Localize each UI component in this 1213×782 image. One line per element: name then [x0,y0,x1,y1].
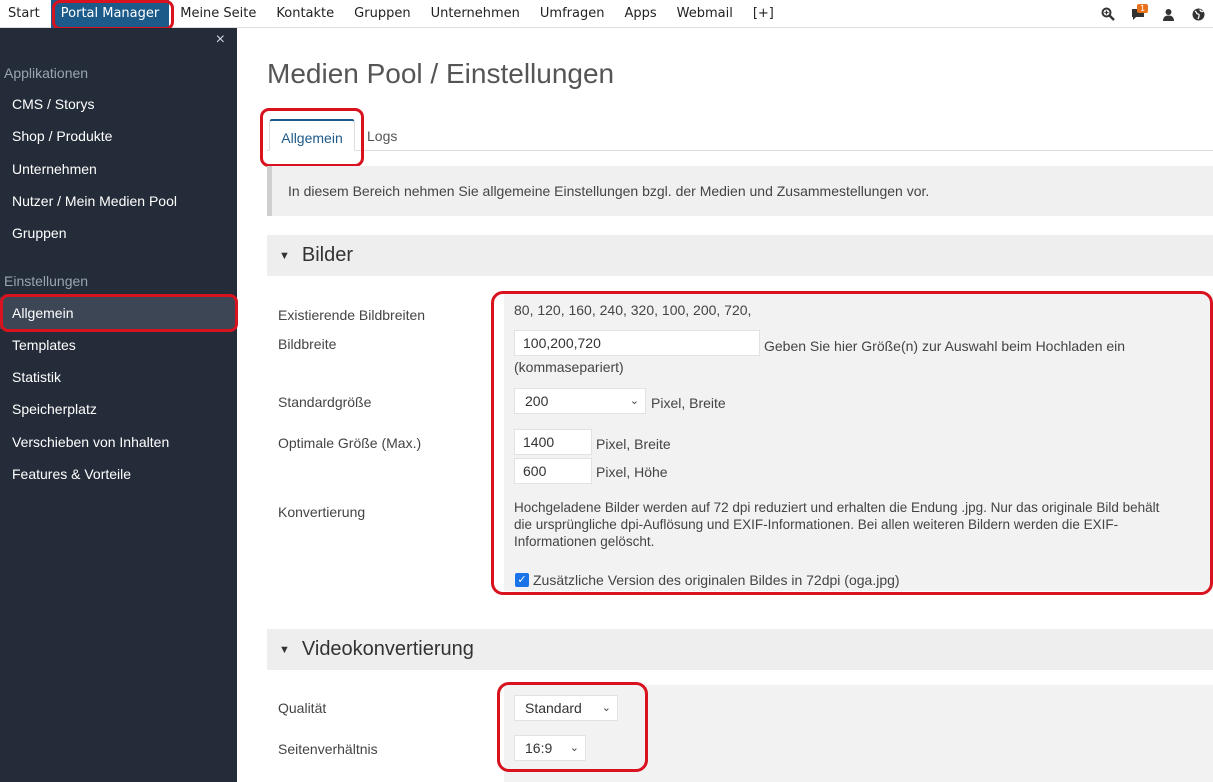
chat-badge: 1 [1137,4,1149,13]
user-icon[interactable] [1153,0,1183,28]
sidebar-item-verschieben[interactable]: Verschieben von Inhalten [0,426,237,458]
quality-value: Standard [525,700,582,716]
aspect-ratio-value: 16:9 [525,740,553,756]
sidebar-item-shop[interactable]: Shop / Produkte [0,120,237,152]
label-image-width: Bildbreite [278,336,337,352]
chevron-down-icon: ⌄ [601,702,611,714]
label-standard-size: Standardgröße [278,394,372,410]
nav-portal-manager[interactable]: Portal Manager [50,0,170,28]
nav-meine-seite[interactable]: Meine Seite [170,0,266,28]
checkbox-label: Zusätzliche Version des originalen Bilde… [533,572,900,588]
nav-gruppen[interactable]: Gruppen [344,0,420,28]
sidebar-heading-settings: Einstellungen [4,273,89,289]
nav-umfragen[interactable]: Umfragen [530,0,615,28]
nav-kontakte[interactable]: Kontakte [266,0,344,28]
nav-webmail[interactable]: Webmail [667,0,743,28]
page-title: Medien Pool / Einstellungen [267,58,615,89]
standard-size-value: 200 [525,393,549,409]
standard-size-select[interactable]: 200 ⌄ [514,388,646,414]
main-content: Medien Pool / Einstellungen Allgemein Lo… [237,28,1213,782]
top-icons: 1 [1093,0,1213,28]
conversion-text-line-2: die ursprüngliche dpi-Auflösung und EXIF… [514,517,1119,532]
chevron-down-icon: ▼ [279,249,290,262]
globe-icon[interactable] [1183,0,1213,28]
nav-apps[interactable]: Apps [614,0,666,28]
close-icon[interactable]: × [216,32,225,48]
existing-widths-value: 80, 120, 160, 240, 320, 100, 200, 720, [514,302,752,318]
sidebar-item-templates[interactable]: Templates [0,329,237,361]
image-width-help: Geben Sie hier Größe(n) zur Auswahl beim… [764,338,1126,354]
search-icon[interactable] [1093,0,1123,28]
conversion-text-line-3: Informationen gelöscht. [514,534,655,549]
sidebar-item-allgemein[interactable]: Allgemein [0,297,237,329]
sidebar-item-cms[interactable]: CMS / Storys [0,88,237,120]
quality-select[interactable]: Standard ⌄ [514,695,618,721]
chevron-down-icon: ⌄ [569,742,579,754]
conversion-text-line-1: Hochgeladene Bilder werden auf 72 dpi re… [514,500,1160,515]
tab-allgemein[interactable]: Allgemein [269,119,355,151]
info-box: In diesem Bereich nehmen Sie allgemeine … [267,166,1213,216]
sidebar-item-unternehmen[interactable]: Unternehmen [0,153,237,185]
image-width-input[interactable] [514,330,760,356]
original-72dpi-checkbox[interactable]: ✓ [515,573,529,587]
sidebar-item-features[interactable]: Features & Vorteile [0,458,237,490]
optimal-width-input[interactable] [514,429,592,455]
chevron-down-icon: ▼ [279,643,290,656]
top-bar: Start Portal Manager Meine Seite Kontakt… [0,0,1213,28]
tab-bar: Allgemein Logs [267,119,1213,151]
section-title-bilder: Bilder [301,244,354,266]
nav-start[interactable]: Start [0,0,50,28]
aspect-ratio-select[interactable]: 16:9 ⌄ [514,735,586,761]
tab-logs[interactable]: Logs [367,119,397,151]
section-title-video: Videokonvertierung [301,638,474,660]
image-width-help-2: (kommasepariert) [514,359,624,375]
optimal-width-unit: Pixel, Breite [596,436,671,452]
optimal-height-unit: Pixel, Höhe [596,464,668,480]
section-header-bilder[interactable]: ▼ Bilder [267,235,1213,276]
standard-size-unit: Pixel, Breite [651,395,726,411]
top-nav: Start Portal Manager Meine Seite Kontakt… [0,0,784,28]
sidebar-item-nutzer[interactable]: Nutzer / Mein Medien Pool [0,185,237,217]
section-header-video[interactable]: ▼ Videokonvertierung [267,629,1213,670]
label-aspect-ratio: Seitenverhältnis [278,741,378,757]
label-conversion: Konvertierung [278,504,366,520]
chat-icon[interactable]: 1 [1123,0,1153,28]
nav-add[interactable]: [+] [743,0,784,28]
label-quality: Qualität [278,700,327,716]
sidebar-heading-apps: Applikationen [4,65,89,81]
optimal-height-input[interactable] [514,458,592,484]
sidebar-item-speicherplatz[interactable]: Speicherplatz [0,393,237,425]
sidebar-item-statistik[interactable]: Statistik [0,361,237,393]
label-existing-widths: Existierende Bildbreiten [278,307,426,323]
chevron-down-icon: ⌄ [629,395,639,407]
label-optimal-size: Optimale Größe (Max.) [278,435,422,451]
sidebar-item-gruppen[interactable]: Gruppen [0,217,237,249]
sidebar: × Applikationen CMS / Storys Shop / Prod… [0,28,237,782]
nav-unternehmen[interactable]: Unternehmen [421,0,530,28]
